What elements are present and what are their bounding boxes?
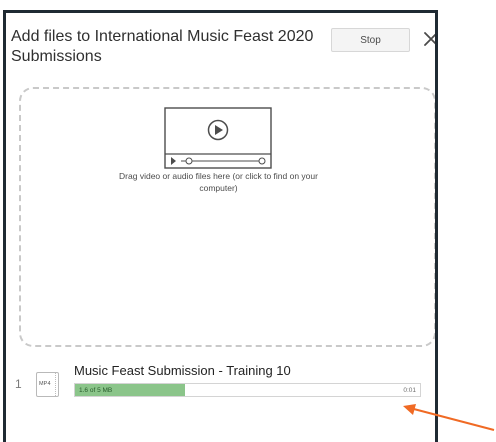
upload-progress-text: 1.6 of 5 MB (79, 387, 113, 394)
mp4-file-icon: MP4 (36, 372, 59, 397)
upload-index: 1 (15, 377, 22, 391)
uploaded-file-name: Music Feast Submission - Training 10 (74, 363, 291, 378)
upload-dialog: Add files to International Music Feast 2… (3, 10, 438, 442)
dialog-title: Add files to International Music Feast 2… (11, 28, 314, 65)
upload-progress-bar: 1.6 of 5 MB 0:01 (74, 383, 421, 397)
dropzone-instructions: Drag video or audio files here (or click… (119, 171, 318, 193)
upload-time-text: 0:01 (403, 387, 416, 394)
stop-button[interactable]: Stop (331, 28, 410, 52)
video-player-icon (164, 107, 272, 169)
file-type-label: MP4 (39, 381, 51, 387)
annotation-arrow-icon (403, 404, 495, 431)
upload-file-row: 1 MP4 Music Feast Submission - Training … (6, 361, 435, 405)
close-icon[interactable] (423, 31, 438, 47)
